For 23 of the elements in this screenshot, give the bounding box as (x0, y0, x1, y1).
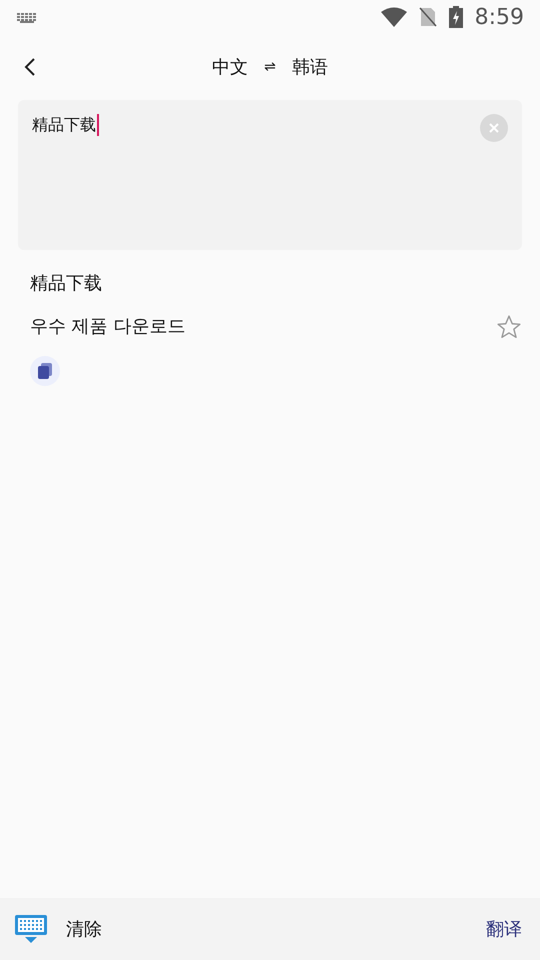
keyboard-toggle-button[interactable] (14, 914, 48, 944)
no-sim-icon (418, 7, 437, 27)
copy-button[interactable] (30, 356, 60, 386)
clock-time: 8:59 (474, 4, 524, 32)
keyboard-icon (16, 11, 38, 23)
back-icon (24, 57, 36, 77)
copy-icon (38, 363, 52, 379)
source-language-button[interactable]: 中文 (212, 54, 248, 80)
source-text: 精品下载 (30, 272, 103, 296)
star-icon (496, 314, 522, 340)
translation-text: 우수 제품 다운로드 (30, 315, 186, 339)
target-language-button[interactable]: 韩语 (292, 54, 328, 80)
input-text: 精品下载 (32, 114, 99, 136)
input-field[interactable]: 精品下载 (18, 100, 522, 250)
clear-input-button[interactable] (480, 114, 508, 142)
wifi-icon (380, 7, 407, 27)
translate-button[interactable]: 翻译 (486, 916, 522, 942)
favorite-button[interactable] (496, 314, 522, 340)
battery-icon (448, 6, 463, 28)
swap-languages-button[interactable]: ⇌ (264, 56, 276, 78)
close-icon (489, 123, 499, 133)
keyboard-icon (14, 914, 48, 944)
clear-button[interactable]: 清除 (66, 916, 102, 942)
